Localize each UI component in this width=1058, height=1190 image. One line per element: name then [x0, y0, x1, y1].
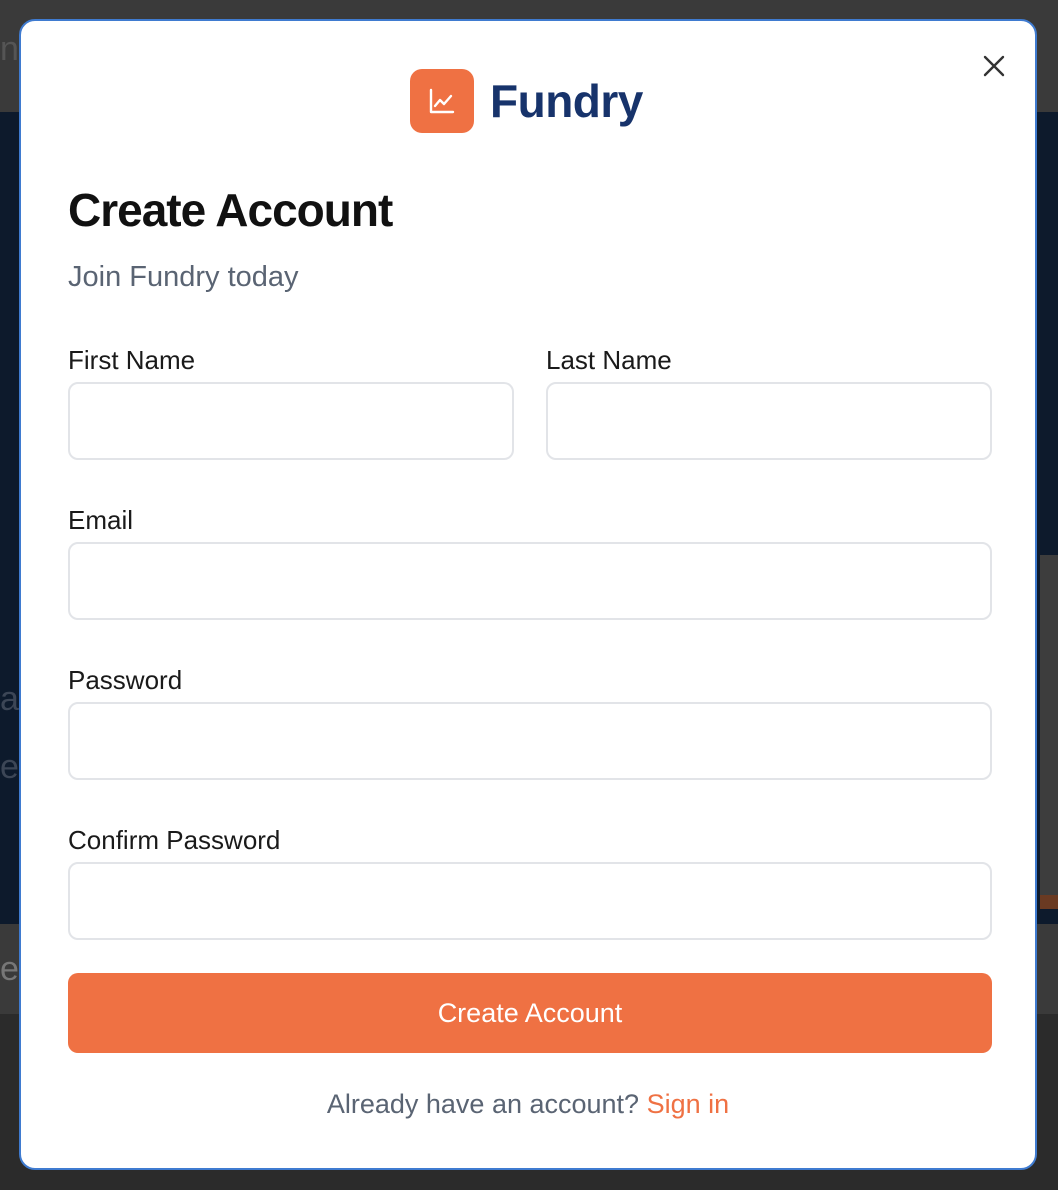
- sign-in-prompt-text: Already have an account?: [326, 1089, 640, 1119]
- last-name-label: Last Name: [546, 345, 672, 375]
- background-text-fragment: n: [0, 30, 19, 68]
- background-text-fragment: a: [0, 680, 19, 718]
- background-section: [1040, 555, 1058, 895]
- brand: Fundry: [410, 69, 643, 133]
- brand-name: Fundry: [490, 75, 643, 127]
- background-accent: [1040, 895, 1058, 909]
- sign-in-prompt: Already have an account? Sign in: [21, 1089, 1035, 1120]
- password-input[interactable]: [68, 702, 992, 780]
- background-text-fragment: e: [0, 950, 19, 988]
- email-input[interactable]: [68, 542, 992, 620]
- create-account-modal: Fundry Create Account Join Fundry today …: [19, 19, 1037, 1170]
- background-text-fragment: e: [0, 748, 19, 786]
- sign-in-link[interactable]: Sign in: [647, 1089, 730, 1119]
- close-button[interactable]: [979, 51, 1009, 81]
- close-icon: [983, 55, 1005, 77]
- page-subtitle: Join Fundry today: [68, 261, 299, 293]
- password-label: Password: [68, 665, 183, 695]
- last-name-input[interactable]: [546, 382, 992, 460]
- create-account-button[interactable]: Create Account: [68, 973, 992, 1053]
- brand-logo: [410, 69, 474, 133]
- confirm-password-label: Confirm Password: [68, 825, 281, 855]
- first-name-label: First Name: [68, 345, 196, 375]
- line-chart-icon: [429, 88, 455, 114]
- page-title: Create Account: [68, 184, 393, 236]
- first-name-input[interactable]: [68, 382, 514, 460]
- email-label: Email: [68, 505, 134, 535]
- confirm-password-input[interactable]: [68, 862, 992, 940]
